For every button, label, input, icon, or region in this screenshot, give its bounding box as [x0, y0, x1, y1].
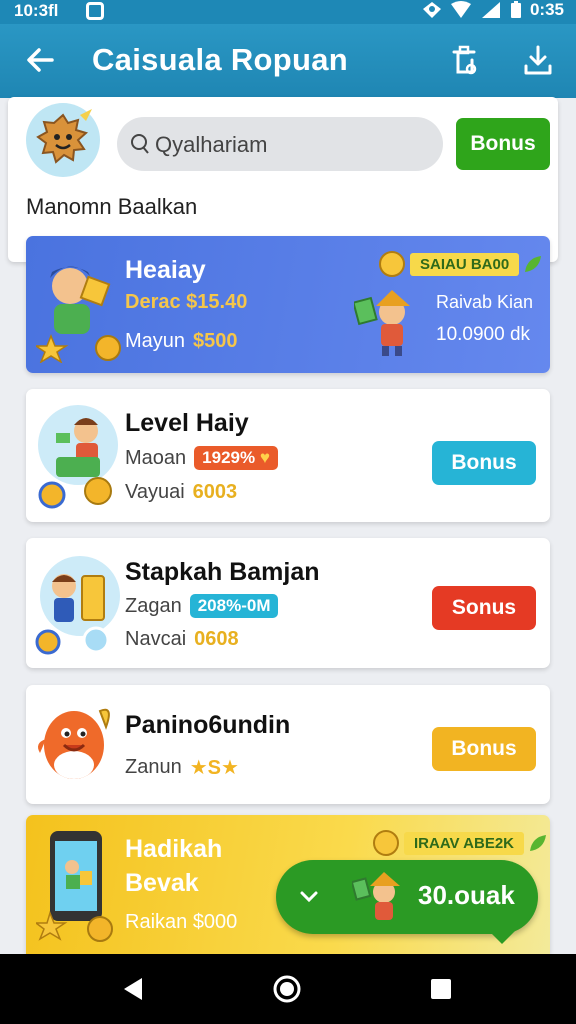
- discount-label: Maoan: [125, 446, 187, 469]
- rating-label: Zanun: [125, 756, 182, 778]
- discount-label: Zagan: [125, 594, 182, 617]
- reward-popup[interactable]: 30.ouak: [276, 860, 538, 944]
- status-bar: 10:3ﬂ 0:35: [0, 0, 576, 24]
- card-title: Level Haiy: [125, 409, 249, 437]
- reward-label: Navcai: [125, 628, 187, 650]
- status-time: 10:3ﬂ: [14, 1, 59, 20]
- bonus-button[interactable]: Sonus: [432, 586, 536, 630]
- search-placeholder: Qyalhariam: [155, 132, 268, 157]
- notification-icon: [86, 2, 104, 20]
- kid-character-icon: [352, 872, 400, 920]
- location-icon: [422, 2, 441, 18]
- discount-pill: 208%-0M: [189, 594, 279, 618]
- kid-character-icon: [354, 290, 410, 356]
- coin-icon: [373, 830, 399, 856]
- card-title: Panino6undin: [125, 711, 291, 739]
- reward-value: 0608: [194, 628, 239, 650]
- card-subtitle: Bevak: [125, 869, 199, 897]
- reward-label: Vayuai: [125, 481, 185, 503]
- bird-mascot-icon: [38, 708, 110, 779]
- bonus-button[interactable]: Bonus: [432, 441, 536, 485]
- side-label: Raivab Kian: [436, 292, 534, 312]
- sale-banner: SAIAU BA00: [378, 250, 543, 278]
- reward-card-panino[interactable]: Panino6undin Zanun ★S★ Bonus: [26, 685, 550, 804]
- signal-icon: [481, 2, 500, 18]
- card-price: Derac $15.40: [125, 291, 248, 313]
- home-nav-icon[interactable]: [272, 974, 302, 1004]
- reward-value: 6003: [192, 481, 238, 503]
- card-reward-row: Navcai 0608: [125, 628, 239, 651]
- share-clipboard-icon[interactable]: [446, 42, 482, 78]
- card-title: Stapkah Bamjan: [125, 558, 320, 586]
- card-discount-row: Zagan 208%-0M: [125, 594, 279, 618]
- battery-icon: [510, 1, 521, 18]
- bonus-button[interactable]: Bonus: [432, 727, 536, 771]
- card-rating-row: Zanun ★S★: [125, 755, 239, 780]
- avatar[interactable]: [26, 103, 100, 177]
- side-value: 10.0900 dk: [436, 324, 531, 345]
- rating-stars: ★S★: [189, 757, 239, 779]
- search-icon: [131, 134, 149, 154]
- popup-amount: 30.ouak: [418, 880, 515, 910]
- phone-reward-icon: [36, 831, 113, 942]
- boy-character-icon: [36, 266, 121, 363]
- navigation-bar: [0, 954, 576, 1024]
- leaf-icon: [525, 256, 542, 272]
- card-reward-row: Vayuai 6003: [125, 481, 237, 504]
- leaf-icon: [530, 835, 547, 851]
- reward-card-blue[interactable]: Heaiay Derac $15.40 Mayun $500 SAIAU BA0…: [26, 236, 550, 373]
- level-character-icon: [38, 405, 118, 509]
- back-nav-icon[interactable]: [118, 974, 148, 1004]
- recents-nav-icon[interactable]: [426, 974, 456, 1004]
- chevron-down-icon[interactable]: [298, 885, 320, 907]
- status-clock: 0:35: [529, 0, 564, 19]
- coin-icon: [379, 251, 405, 277]
- discount-pill: 1929% ♥: [194, 446, 278, 470]
- username: Manomn Baalkan: [26, 194, 198, 219]
- reward-card-level[interactable]: Level Haiy Maoan 1929% ♥ Vayuai 6003 Bon…: [26, 389, 550, 522]
- bonus-button[interactable]: Bonus: [456, 118, 550, 170]
- card-title: Hadikah: [125, 835, 223, 863]
- card-discount-row: Maoan 1929% ♥: [125, 446, 278, 470]
- reward-label: Mayun: [125, 330, 186, 352]
- popup-tail: [488, 930, 516, 944]
- wifi-icon: [450, 1, 471, 18]
- search-input[interactable]: Qyalhariam: [117, 117, 443, 171]
- card-price: Raikan $000: [125, 911, 238, 933]
- promo-banner: IRAAV ABE2K: [372, 829, 548, 857]
- download-icon[interactable]: [520, 42, 556, 78]
- reward-value: $500: [193, 330, 238, 352]
- reward-card-stapkah[interactable]: Stapkah Bamjan Zagan 208%-0M Navcai 0608…: [26, 538, 550, 668]
- page-title: Caisuala Ropuan: [92, 42, 348, 77]
- card-reward-row: Mayun $500: [125, 330, 238, 353]
- card-title: Heaiay: [125, 256, 206, 284]
- back-arrow-icon[interactable]: [22, 42, 58, 78]
- worker-character-icon: [35, 556, 120, 655]
- cookie-mascot-icon: [36, 109, 92, 164]
- app-bar: Caisuala Ropuan: [0, 24, 576, 98]
